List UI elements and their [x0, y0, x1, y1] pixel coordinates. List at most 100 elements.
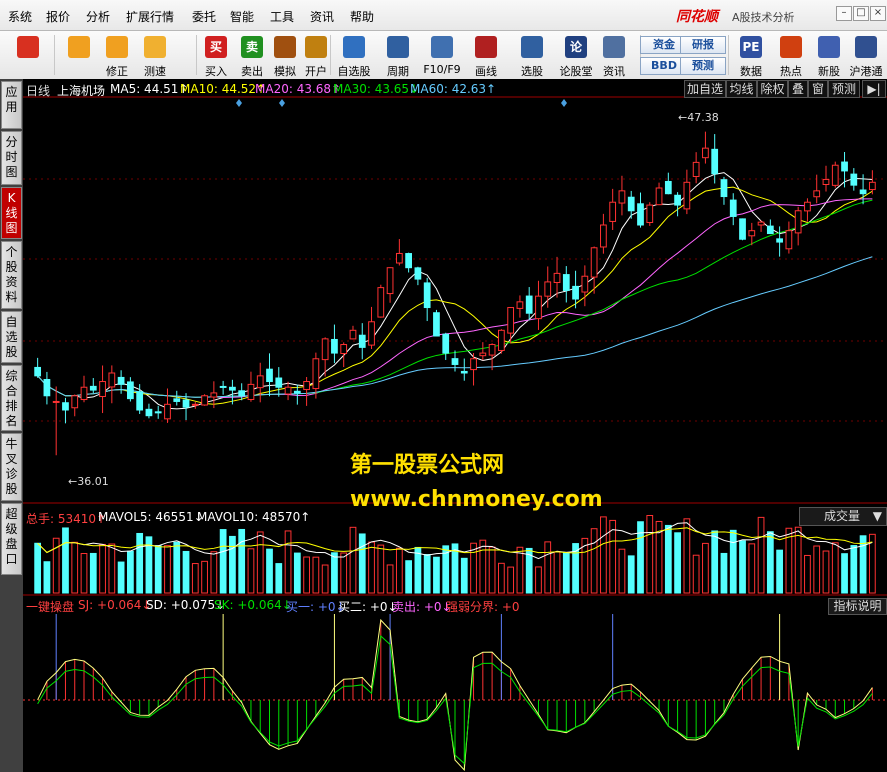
volume-bar	[831, 542, 839, 594]
toolbar-button[interactable]: 修正	[100, 33, 134, 78]
menu-item[interactable]: 扩展行情	[126, 8, 174, 25]
candle-body	[266, 368, 273, 383]
menu-item[interactable]: 资讯	[310, 8, 334, 25]
menu-item[interactable]: 分析	[86, 8, 110, 25]
toolbar-button[interactable]: 沪港通	[846, 33, 886, 78]
left-sidebar: 应用 分时图 K线图 个股资料 自选股 综合排名 牛叉诊股 超级盘口	[0, 79, 23, 772]
indicator-help-button[interactable]: 指标说明	[828, 598, 887, 615]
volume-bar	[423, 554, 431, 594]
panel-toggle-icon[interactable]: ▶|	[862, 80, 886, 98]
candle-body	[535, 295, 542, 320]
candle-body	[674, 194, 681, 206]
volume-bar	[358, 533, 366, 594]
ipo-icon	[818, 36, 840, 58]
candle-body	[525, 295, 533, 314]
app-logo: 同花顺	[676, 9, 718, 25]
toolbar-button[interactable]: 资讯	[598, 33, 630, 78]
candle-body	[460, 370, 468, 374]
toolbar-button-label: 新股	[818, 65, 840, 78]
chart-option-button[interactable]: 除权	[757, 80, 788, 98]
menu-item[interactable]: 工具	[270, 8, 294, 25]
menu-item[interactable]: 帮助	[350, 8, 374, 25]
volume-bar	[600, 516, 607, 594]
minimize-icon[interactable]: –	[836, 6, 852, 21]
news-icon	[603, 36, 625, 58]
toolbar-button-label: 卖出	[241, 65, 263, 78]
chart-option-button[interactable]: 预测	[828, 80, 860, 98]
toolbar-button[interactable]: 选股	[512, 33, 552, 78]
buy-icon: 买	[205, 36, 227, 58]
f10-icon	[431, 36, 453, 58]
toolbar-button-label: 周期	[387, 65, 409, 78]
volume-bar	[368, 541, 375, 594]
sidebar-tab[interactable]: 自选股	[1, 311, 22, 363]
volume-value: MAVOL5: 46551↓	[98, 510, 204, 524]
candle-body	[637, 203, 644, 226]
volume-bar	[99, 543, 106, 594]
chart-option-button[interactable]: 均线	[726, 80, 757, 98]
sidebar-tab[interactable]: 个股资料	[1, 241, 22, 309]
volume-bar	[34, 542, 42, 594]
sidebar-tab[interactable]: 综合排名	[1, 365, 22, 431]
volume-value: MAVOL10: 48570↑	[197, 510, 311, 524]
candle-body	[822, 178, 830, 185]
indicator-select[interactable]: 成交量 ▼	[799, 507, 887, 526]
menu-item[interactable]: 系统	[8, 8, 32, 25]
volume-bar	[702, 542, 709, 594]
sidebar-tab[interactable]: 超级盘口	[1, 503, 22, 575]
volume-bar	[321, 564, 329, 594]
volume-bar	[312, 556, 320, 594]
menu-item[interactable]: 委托	[192, 8, 216, 25]
sidebar-tab[interactable]: K线图	[1, 187, 22, 239]
toolbar-icon-button[interactable]	[10, 33, 46, 77]
kline-chart[interactable]	[23, 79, 887, 772]
toolbar-button[interactable]: 测速	[138, 33, 172, 78]
chart-option-button[interactable]: 窗	[808, 80, 828, 98]
toolbar-button[interactable]: 买买入	[200, 33, 232, 78]
toolbar-button[interactable]: 周期	[378, 33, 418, 78]
toolbar-button[interactable]: 自选股	[334, 33, 374, 78]
volume-bar	[776, 549, 783, 594]
candle-body	[229, 386, 236, 391]
toolbar-button[interactable]: 论论股堂	[556, 33, 596, 78]
menu-item[interactable]: 报价	[46, 8, 70, 25]
sidebar-tab[interactable]: 应用	[1, 81, 22, 129]
ma-value: MA60: 42.63↑	[410, 82, 497, 96]
maximize-icon[interactable]: □	[853, 6, 869, 21]
back-arrow-icon	[68, 36, 90, 58]
candle-body	[794, 210, 802, 234]
sidebar-tab[interactable]: 牛叉诊股	[1, 433, 22, 501]
toolbar-button[interactable]: 画线	[466, 33, 506, 78]
candle-body	[581, 275, 589, 293]
toolbar-icon-button[interactable]	[62, 33, 96, 77]
candle-body	[154, 411, 162, 414]
toolbar-button[interactable]: 开户	[300, 33, 332, 78]
volume-bar	[256, 531, 264, 594]
menu-item[interactable]: 智能	[230, 8, 254, 25]
candle-body	[145, 408, 153, 417]
volume-bar	[627, 555, 635, 594]
toolbar-button[interactable]: 热点	[774, 33, 808, 78]
candle-body	[386, 267, 394, 295]
chart-option-button[interactable]: 加自选	[684, 80, 726, 98]
volume-bar	[748, 543, 756, 594]
research-button[interactable]: 研报	[680, 36, 726, 54]
indicator-value: 买二: +0↓	[338, 600, 398, 614]
forecast-button[interactable]: 预测	[680, 57, 726, 75]
toolbar-button[interactable]: PE 数据	[734, 33, 768, 78]
candle-body	[321, 338, 329, 361]
candle-body	[80, 386, 88, 401]
close-icon[interactable]: ×	[870, 6, 886, 21]
volume-bar	[395, 547, 403, 594]
sidebar-tab[interactable]: 分时图	[1, 131, 22, 185]
toolbar-button[interactable]: 模拟	[269, 33, 301, 78]
toolbar-button[interactable]: 卖卖出	[236, 33, 268, 78]
high-price-label: ←47.38	[678, 111, 719, 124]
volume-bar	[303, 556, 310, 594]
volume-bar	[646, 515, 654, 594]
chart-option-button[interactable]: 叠	[788, 80, 808, 98]
indicator-value: 买一: +0↓	[286, 600, 346, 614]
indicator-value: 强弱分界: +0	[446, 600, 520, 614]
toolbar-button[interactable]: F10/F9	[420, 33, 464, 77]
toolbar-button[interactable]: 新股	[812, 33, 846, 78]
